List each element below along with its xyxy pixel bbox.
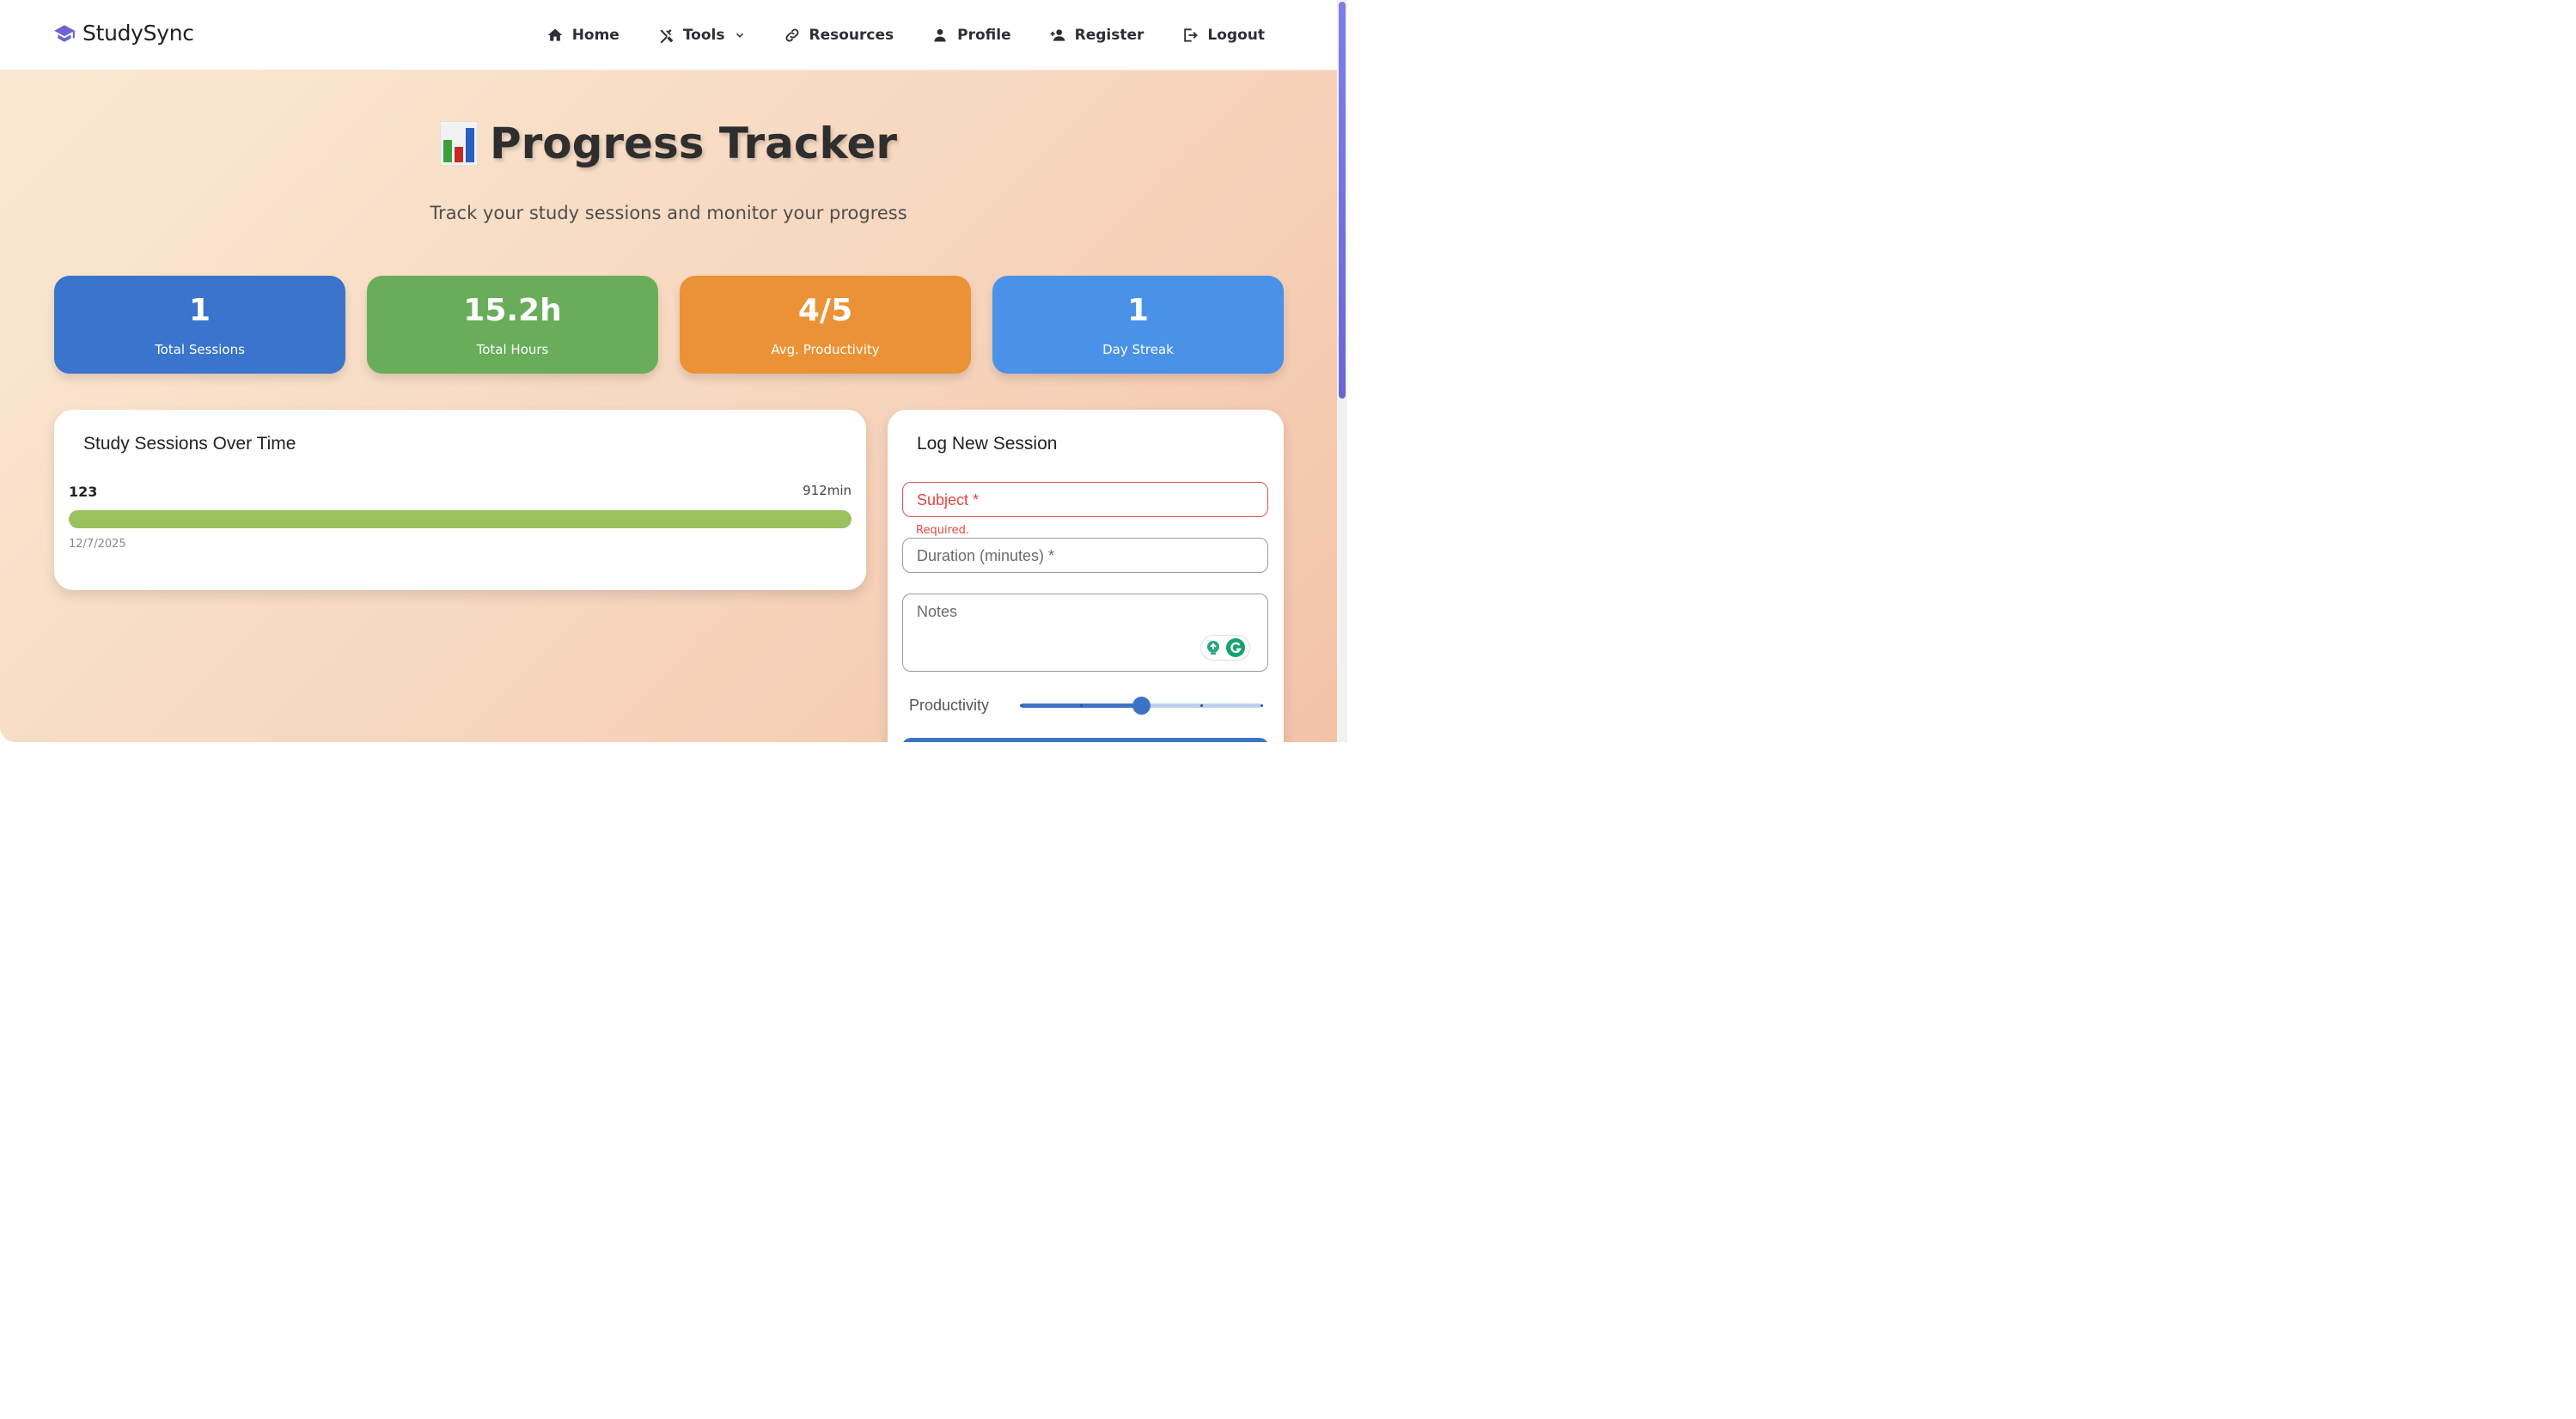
grammarly-widget[interactable] — [1200, 635, 1250, 661]
log-panel-title: Log New Session — [917, 434, 1058, 454]
stat-value: 1 — [1126, 293, 1150, 328]
nav-home[interactable]: Home — [546, 27, 620, 44]
nav-logout-label: Logout — [1207, 27, 1265, 44]
submit-button[interactable] — [902, 738, 1268, 742]
stat-label: Total Sessions — [155, 342, 245, 357]
stat-card-total-hours: 15.2h Total Hours — [367, 276, 658, 374]
bar-chart-emoji-icon — [439, 121, 478, 166]
nav-profile[interactable]: Profile — [931, 27, 1011, 44]
notes-textarea[interactable]: Notes — [902, 594, 1268, 672]
stat-value: 4/5 — [797, 293, 853, 328]
sessions-panel-title: Study Sessions Over Time — [83, 434, 296, 454]
slider-tick — [1200, 704, 1203, 707]
stat-card-day-streak: 1 Day Streak — [992, 276, 1284, 374]
graduation-cap-icon — [53, 22, 76, 45]
page-scrollbar[interactable] — [1337, 0, 1347, 742]
stat-label: Day Streak — [1102, 342, 1174, 357]
user-plus-icon — [1049, 27, 1066, 44]
slider-thumb[interactable] — [1132, 697, 1151, 715]
nav-links: Home Tools Resources Profile Register Lo… — [546, 0, 1265, 70]
stat-value: 1 — [188, 293, 211, 328]
stat-value: 15.2h — [463, 293, 562, 328]
session-bar-track — [69, 510, 852, 528]
nav-logout[interactable]: Logout — [1181, 27, 1265, 44]
navbar: StudySync Home Tools Resources Profile R… — [0, 0, 1337, 70]
subject-input[interactable]: Subject * — [902, 482, 1268, 517]
brand-name: StudySync — [82, 21, 194, 46]
logout-icon — [1181, 27, 1199, 44]
duration-placeholder: Duration (minutes) * — [917, 547, 1055, 564]
page-title: Progress Tracker — [0, 119, 1337, 168]
nav-tools[interactable]: Tools — [657, 27, 746, 44]
duration-input[interactable]: Duration (minutes) * — [902, 538, 1268, 573]
brand[interactable]: StudySync — [53, 21, 194, 46]
nav-resources[interactable]: Resources — [784, 27, 894, 44]
session-subject: 123 — [69, 484, 98, 500]
subject-placeholder: Subject * — [917, 491, 980, 509]
chevron-down-icon — [734, 29, 746, 41]
nav-profile-label: Profile — [957, 27, 1011, 44]
productivity-slider[interactable] — [1020, 697, 1263, 715]
slider-tick — [1080, 704, 1083, 707]
page-subtitle: Track your study sessions and monitor yo… — [430, 203, 907, 223]
sessions-panel: Study Sessions Over Time 123 912min 12/7… — [54, 410, 866, 590]
session-date: 12/7/2025 — [69, 538, 126, 551]
stat-label: Avg. Productivity — [771, 342, 880, 357]
productivity-label: Productivity — [909, 697, 990, 714]
session-bar-fill — [69, 510, 852, 528]
scrollbar-thumb[interactable] — [1339, 2, 1346, 399]
lightbulb-icon — [1207, 641, 1219, 655]
subject-error: Required. — [916, 524, 969, 537]
main-content: Progress Tracker Track your study sessio… — [0, 70, 1337, 742]
slider-tick — [1261, 704, 1263, 707]
nav-register[interactable]: Register — [1049, 27, 1145, 44]
stat-card-avg-productivity: 4/5 Avg. Productivity — [680, 276, 971, 374]
stat-label: Total Hours — [476, 342, 549, 357]
user-icon — [931, 27, 949, 44]
nav-home-label: Home — [571, 27, 620, 44]
page-title-text: Progress Tracker — [489, 119, 898, 168]
notes-placeholder: Notes — [917, 603, 958, 620]
tools-icon — [657, 27, 675, 44]
session-duration: 912min — [803, 483, 852, 498]
grammarly-icon — [1226, 638, 1245, 657]
slider-tick — [1020, 704, 1022, 707]
home-icon — [546, 27, 564, 44]
nav-register-label: Register — [1074, 27, 1145, 44]
link-icon — [784, 27, 801, 44]
nav-tools-label: Tools — [682, 27, 725, 44]
stat-card-total-sessions: 1 Total Sessions — [54, 276, 345, 374]
log-session-panel: Log New Session Subject * Required. Dura… — [888, 410, 1284, 742]
nav-resources-label: Resources — [809, 27, 894, 44]
